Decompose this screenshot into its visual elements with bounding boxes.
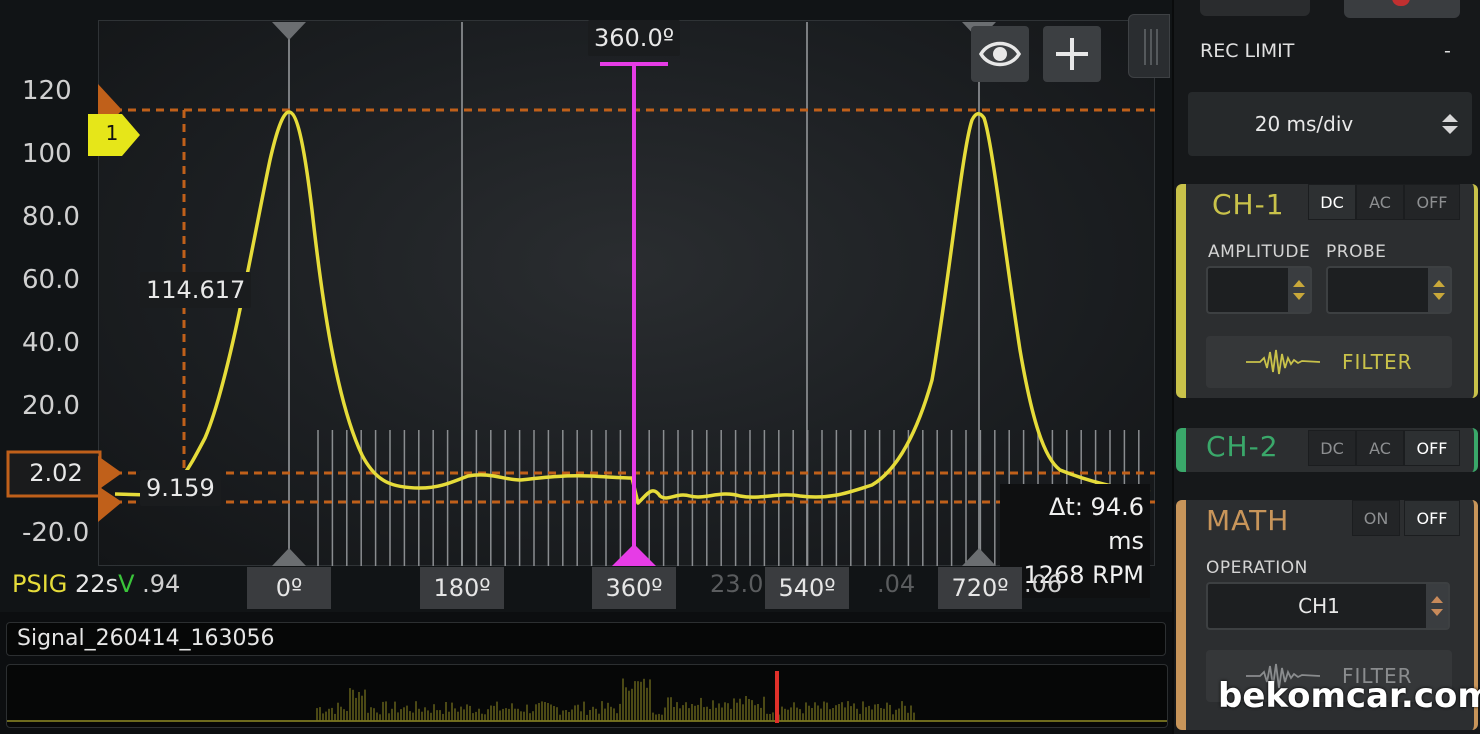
ch1-ac-button[interactable]: AC (1356, 184, 1404, 220)
amplitude-stepper[interactable] (1206, 266, 1312, 314)
amplitude-label: AMPLITUDE (1208, 242, 1311, 262)
record-icon (1392, 0, 1410, 6)
ch1-dc-button[interactable]: DC (1308, 184, 1356, 220)
overview-timeline[interactable] (6, 664, 1168, 728)
operation-label: OPERATION (1206, 558, 1308, 578)
degree-marker-360[interactable]: 360º (592, 567, 676, 609)
degree-marker-720[interactable]: 720º (938, 567, 1022, 609)
degree-marker-180[interactable]: 180º (420, 567, 504, 609)
cursor-angle-label[interactable]: 360.0º (588, 20, 681, 56)
ch2-title: CH-2 (1206, 430, 1279, 463)
ch2-ac-button[interactable]: AC (1356, 430, 1404, 466)
ch2-card: CH-2 DC AC OFF (1176, 428, 1478, 472)
y-tick-label: 60.0 (22, 265, 80, 295)
cursor-line (600, 62, 668, 566)
status-value: .06 (1024, 570, 1063, 598)
top-control-button[interactable] (1200, 0, 1310, 16)
y-tick-label: 40.0 (22, 328, 80, 358)
y-tick-label: -20.0 (22, 518, 90, 548)
rec-limit-value: - (1444, 40, 1451, 62)
ch1-filter-button[interactable]: FILTER (1206, 336, 1452, 388)
time-label: 22s (75, 570, 119, 598)
bottom-status-left: PSIG 22sV .94 (12, 570, 180, 598)
operation-value: CH1 (1298, 594, 1340, 618)
delta-time: Δt: 94.6 ms (1049, 493, 1144, 555)
waveform-icon (1246, 349, 1320, 375)
file-name-bar[interactable]: Signal_260414_163056 (6, 622, 1166, 656)
psig-label: PSIG (12, 570, 68, 598)
stepper-arrows-icon (1293, 280, 1305, 300)
volt-value: .94 (142, 570, 181, 598)
timebase-value: 20 ms/div (1254, 112, 1354, 136)
y-tick-label: 80.0 (22, 202, 80, 232)
ch1-title: CH-1 (1212, 188, 1285, 221)
probe-label: PROBE (1326, 242, 1387, 262)
y-tick-label: 120 (22, 76, 72, 106)
up-down-arrows-icon (1442, 114, 1458, 134)
overview-waveform (7, 671, 1167, 723)
panel-drag-handle[interactable] (1128, 14, 1170, 78)
math-on-button[interactable]: ON (1352, 500, 1400, 536)
timebase-select[interactable]: 20 ms/div (1188, 92, 1472, 156)
ch1-card: CH-1 DC AC OFF AMPLITUDE PROBE FILTER (1176, 184, 1478, 398)
scope-display[interactable]: 120 100 80.0 60.0 40.0 20.0 -20.0 1 2.02… (0, 0, 1172, 612)
watermark-text: bekomcar.com (1218, 676, 1480, 716)
ch1-off-button[interactable]: OFF (1404, 184, 1460, 220)
high-readout: 114.617 (140, 272, 252, 308)
eye-icon (978, 41, 1022, 67)
stepper-arrows-icon (1433, 280, 1445, 300)
stepper-arrows-icon (1431, 596, 1443, 616)
visibility-button[interactable] (971, 26, 1029, 82)
volt-label: V (118, 570, 135, 598)
low-readout: 9.159 (140, 470, 221, 506)
trigger-marker-label[interactable]: 1 (104, 121, 120, 145)
status-value: .04 (877, 570, 916, 598)
math-title: MATH (1206, 504, 1290, 537)
overview-position-marker (775, 671, 779, 723)
measure-lines (100, 108, 1155, 504)
operation-select[interactable]: CH1 (1206, 582, 1450, 630)
control-panel: REC LIMIT - 20 ms/div CH-1 DC AC OFF AMP… (1172, 0, 1480, 734)
y-tick-label: 20.0 (22, 391, 80, 421)
add-button[interactable] (1043, 26, 1101, 82)
y-tick-label: 100 (22, 139, 72, 169)
status-value: 23.0 (710, 570, 764, 598)
degree-marker-0[interactable]: 0º (247, 567, 331, 609)
level-marker-value[interactable]: 2.02 (14, 459, 98, 487)
ch1-filter-label: FILTER (1342, 350, 1413, 374)
ch2-dc-button[interactable]: DC (1308, 430, 1356, 466)
plus-icon (1056, 38, 1088, 70)
math-off-button[interactable]: OFF (1404, 500, 1460, 536)
ch2-off-button[interactable]: OFF (1404, 430, 1460, 466)
probe-stepper[interactable] (1326, 266, 1452, 314)
measurement-readout: Δt: 94.6 ms 1268 RPM (1000, 484, 1150, 598)
grip-icon (1144, 29, 1158, 65)
degree-marker-540[interactable]: 540º (765, 567, 849, 609)
rec-limit-label: REC LIMIT (1200, 40, 1295, 62)
record-button[interactable] (1344, 0, 1460, 18)
